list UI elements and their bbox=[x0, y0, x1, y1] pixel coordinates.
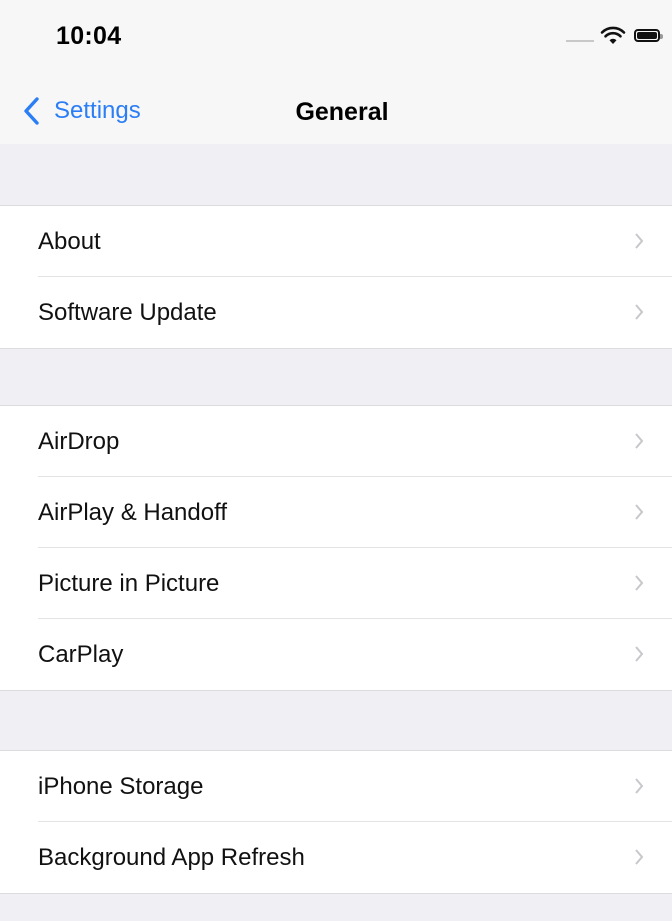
list-item-label: Background App Refresh bbox=[38, 844, 305, 871]
page-title: General bbox=[295, 98, 389, 126]
list-item-label: AirPlay & Handoff bbox=[38, 499, 227, 526]
list-item-airdrop[interactable]: AirDrop bbox=[0, 406, 672, 477]
chevron-right-icon bbox=[635, 504, 644, 520]
chevron-right-icon bbox=[635, 233, 644, 249]
chevron-right-icon bbox=[635, 304, 644, 320]
cellular-signal-icon bbox=[566, 40, 594, 42]
wifi-icon bbox=[600, 26, 626, 44]
list-item-label: AirDrop bbox=[38, 428, 120, 455]
list-item-label: Picture in Picture bbox=[38, 570, 220, 597]
chevron-right-icon bbox=[635, 778, 644, 794]
settings-group-1: About Software Update bbox=[0, 205, 672, 349]
status-bar: 10:04 bbox=[0, 0, 672, 80]
list-item-about[interactable]: About bbox=[0, 206, 672, 277]
chevron-right-icon bbox=[635, 433, 644, 449]
settings-group-3: iPhone Storage Background App Refresh bbox=[0, 750, 672, 894]
list-item-background-app-refresh[interactable]: Background App Refresh bbox=[0, 822, 672, 893]
list-item-label: iPhone Storage bbox=[38, 773, 204, 800]
chevron-right-icon bbox=[635, 575, 644, 591]
list-item-iphone-storage[interactable]: iPhone Storage bbox=[0, 751, 672, 822]
list-item-picture-in-picture[interactable]: Picture in Picture bbox=[0, 548, 672, 619]
list-item-label: CarPlay bbox=[38, 641, 124, 668]
status-time: 10:04 bbox=[56, 22, 122, 50]
list-item-airplay-handoff[interactable]: AirPlay & Handoff bbox=[0, 477, 672, 548]
list-item-software-update[interactable]: Software Update bbox=[0, 277, 672, 348]
chevron-right-icon bbox=[635, 849, 644, 865]
list-item-carplay[interactable]: CarPlay bbox=[0, 619, 672, 690]
settings-group-2: AirDrop AirPlay & Handoff Picture in Pic… bbox=[0, 405, 672, 691]
navigation-bar: Settings General bbox=[0, 80, 672, 144]
battery-icon bbox=[634, 29, 663, 42]
list-item-label: Software Update bbox=[38, 299, 217, 326]
list-item-label: About bbox=[38, 228, 101, 255]
chevron-right-icon bbox=[635, 646, 644, 662]
